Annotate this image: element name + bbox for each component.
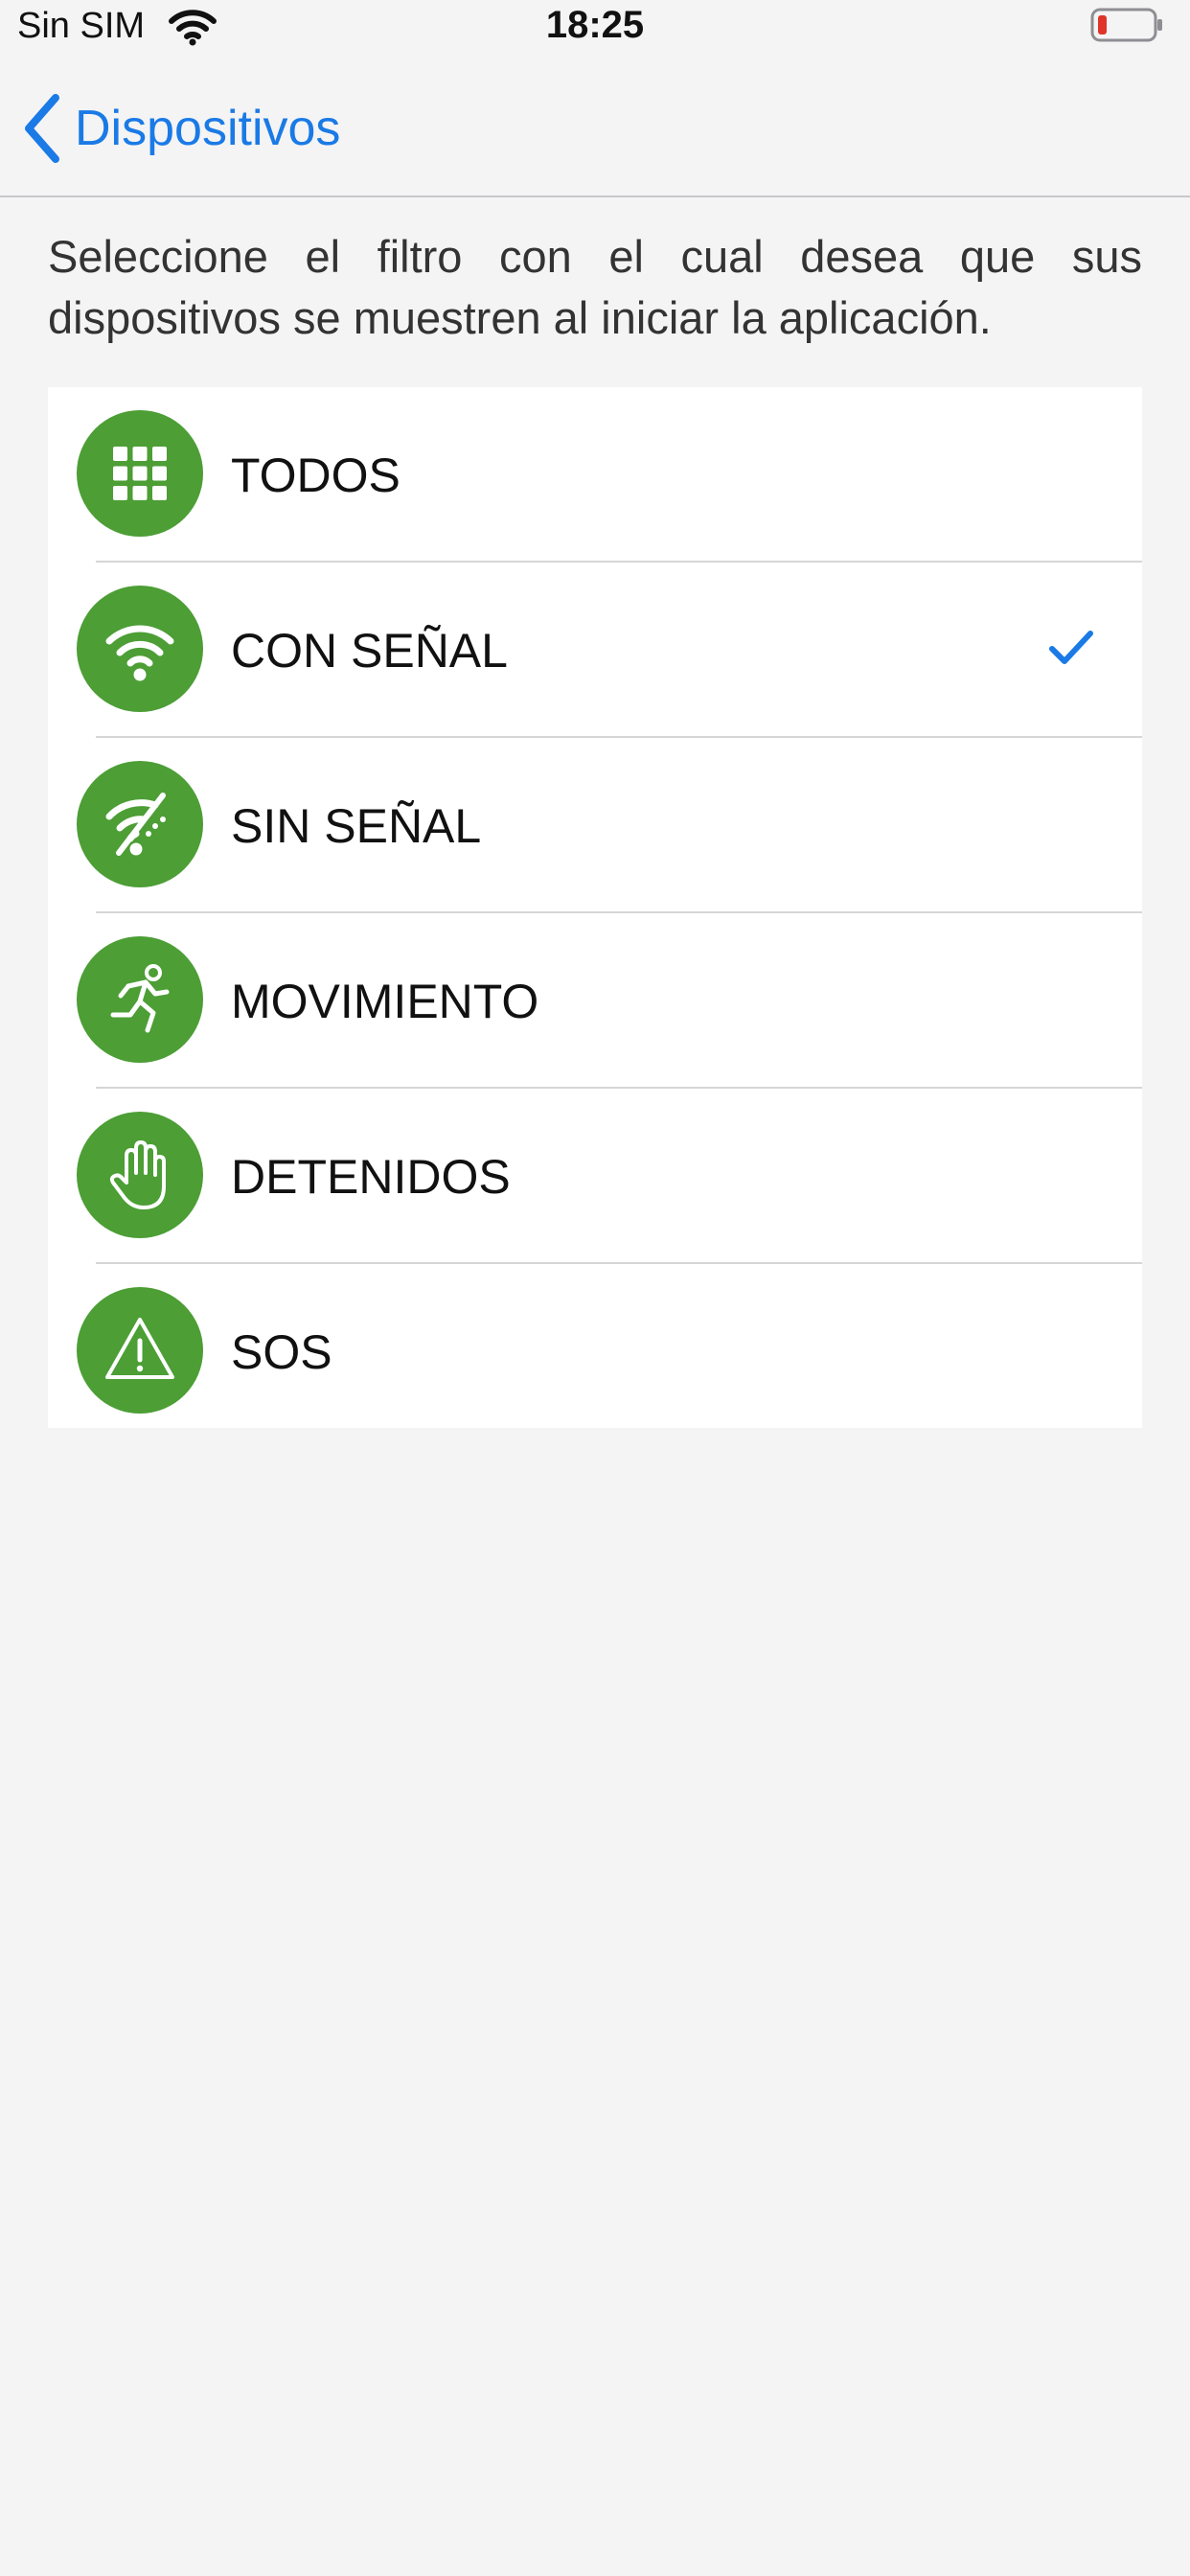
checkmark-icon — [1049, 631, 1093, 664]
filter-icon-badge — [77, 586, 203, 712]
filter-label: MOVIMIENTO — [231, 974, 539, 1028]
filter-list: TODOS CON SEÑAL SIN SEÑAL MOVIMIENTO DET… — [48, 387, 1142, 1428]
filter-icon-badge — [77, 936, 203, 1063]
filter-label: DETENIDOS — [231, 1149, 511, 1204]
filter-icon-badge — [77, 1287, 203, 1414]
filter-item-con-senal[interactable]: CON SEÑAL — [48, 563, 1142, 738]
wifi-off-icon — [105, 793, 166, 856]
grid-icon — [113, 447, 167, 500]
warning-triangle-icon — [105, 1318, 174, 1379]
filter-label: TODOS — [231, 448, 400, 502]
filter-item-movimiento[interactable]: MOVIMIENTO — [48, 913, 1142, 1089]
battery-icon — [1090, 8, 1162, 42]
filter-item-detenidos[interactable]: DETENIDOS — [48, 1089, 1142, 1264]
filter-label: CON SEÑAL — [231, 623, 508, 678]
filter-label: SIN SEÑAL — [231, 798, 482, 853]
navigation-bar: Dispositivos — [0, 67, 1190, 197]
wifi-signal-icon — [105, 625, 174, 681]
filter-item-todos[interactable]: TODOS — [48, 387, 1142, 563]
running-person-icon — [110, 964, 170, 1033]
status-bar: Sin SIM 18:25 — [0, 0, 1190, 54]
back-button-label: Dispositivos — [75, 101, 341, 156]
filter-icon-badge — [77, 410, 203, 537]
chevron-left-icon — [25, 94, 59, 163]
back-button[interactable]: Dispositivos — [21, 90, 340, 167]
filter-description: Seleccione el filtro con el cual desea q… — [48, 231, 1142, 343]
filter-item-sos[interactable]: SOS — [48, 1264, 1142, 1439]
filter-icon-badge — [77, 761, 203, 887]
filter-icon-badge — [77, 1112, 203, 1238]
filter-item-sin-senal[interactable]: SIN SEÑAL — [48, 738, 1142, 913]
status-time: 18:25 — [545, 4, 645, 46]
filter-label: SOS — [231, 1324, 332, 1379]
hand-stop-icon — [109, 1140, 166, 1209]
